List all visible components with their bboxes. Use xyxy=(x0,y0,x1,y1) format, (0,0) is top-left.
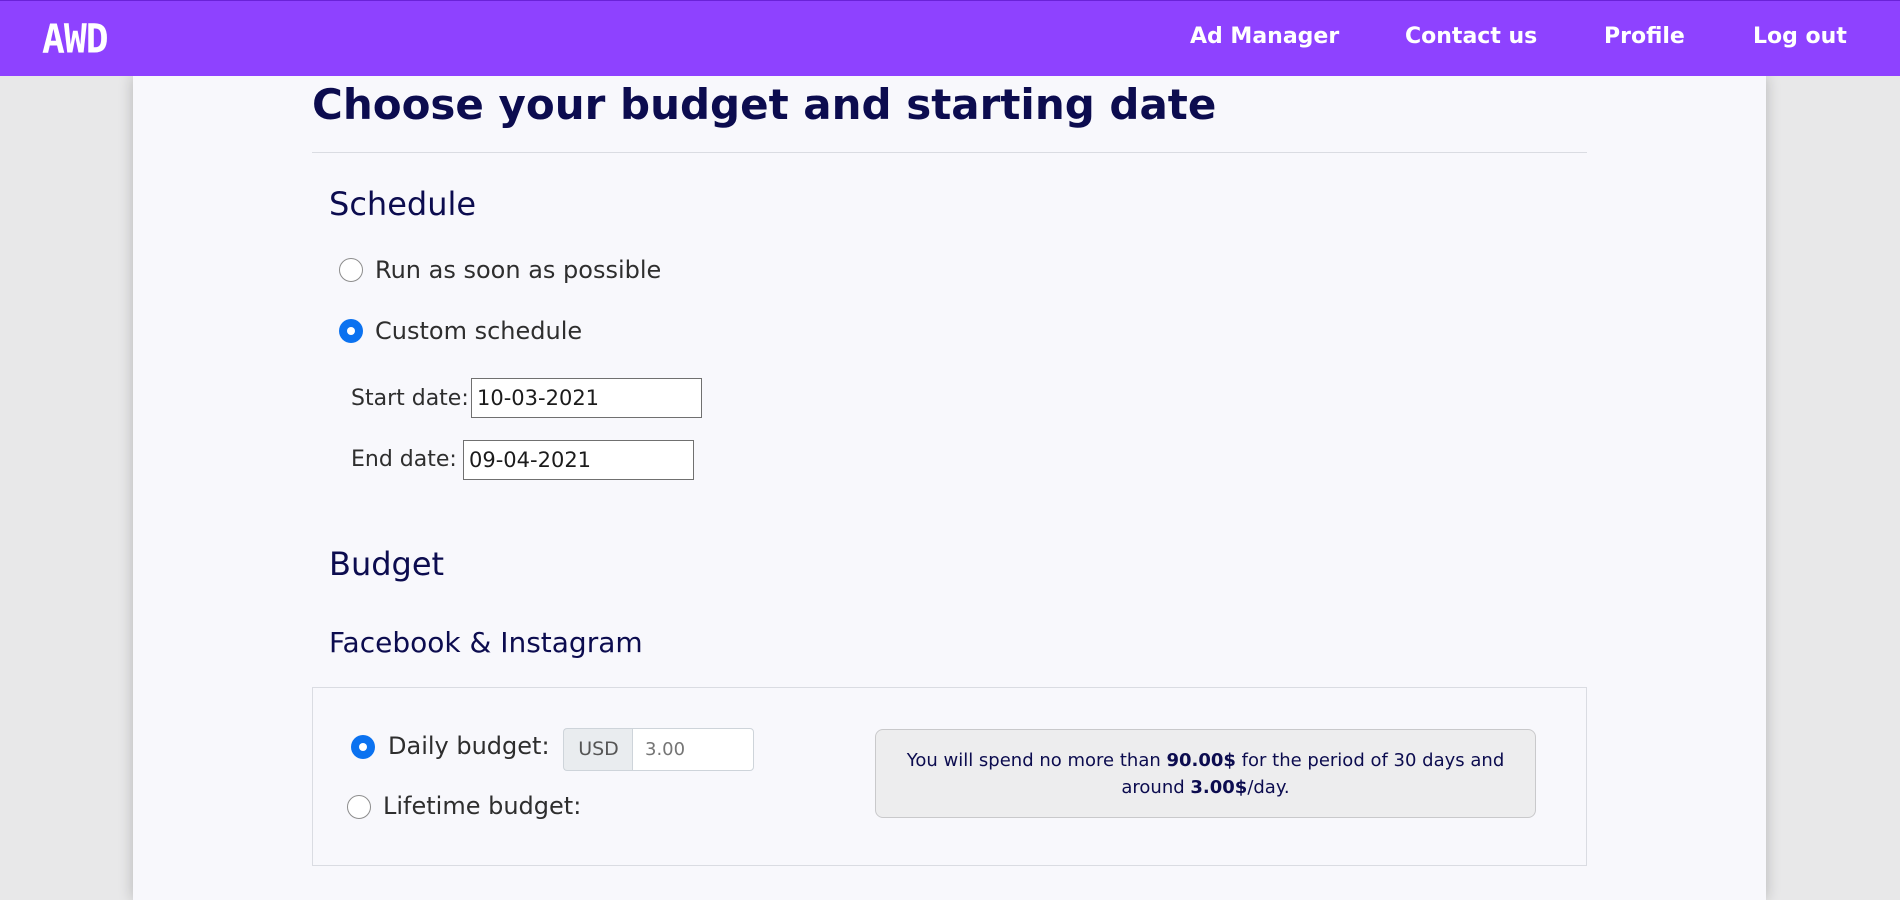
top-navbar: AWD Ad Manager Contact us Profile Log ou… xyxy=(0,0,1900,76)
schedule-heading: Schedule xyxy=(329,185,477,223)
nav-contact-us[interactable]: Contact us xyxy=(1405,23,1537,51)
platform-heading: Facebook & Instagram xyxy=(329,626,643,659)
radio-daily-budget-label[interactable]: Daily budget: xyxy=(388,731,550,761)
budget-summary: You will spend no more than 90.00$ for t… xyxy=(875,729,1536,818)
radio-run-asap[interactable] xyxy=(339,258,363,282)
end-date-input[interactable] xyxy=(463,440,694,480)
brand-logo[interactable]: AWD xyxy=(42,18,109,60)
radio-daily-budget[interactable] xyxy=(351,735,375,759)
nav-ad-manager[interactable]: Ad Manager xyxy=(1190,23,1339,51)
summary-suffix: /day. xyxy=(1247,777,1290,798)
currency-addon: USD xyxy=(563,728,633,771)
page-title: Choose your budget and starting date xyxy=(312,80,1217,129)
start-date-label: Start date: xyxy=(351,386,469,411)
radio-custom-schedule[interactable] xyxy=(339,319,363,343)
budget-heading: Budget xyxy=(329,545,445,583)
radio-run-asap-label[interactable]: Run as soon as possible xyxy=(375,255,661,285)
summary-per-day: 3.00$ xyxy=(1190,777,1248,798)
end-date-label: End date: xyxy=(351,447,457,472)
radio-lifetime-budget-label[interactable]: Lifetime budget: xyxy=(383,791,581,821)
radio-custom-schedule-label[interactable]: Custom schedule xyxy=(375,316,582,346)
radio-lifetime-budget[interactable] xyxy=(347,795,371,819)
summary-prefix: You will spend no more than xyxy=(906,750,1167,771)
title-divider xyxy=(312,152,1587,153)
nav-log-out[interactable]: Log out xyxy=(1753,23,1847,51)
nav-profile[interactable]: Profile xyxy=(1604,23,1685,51)
daily-budget-input[interactable] xyxy=(632,728,754,771)
start-date-input[interactable] xyxy=(471,378,702,418)
summary-total: 90.00$ xyxy=(1166,750,1236,771)
